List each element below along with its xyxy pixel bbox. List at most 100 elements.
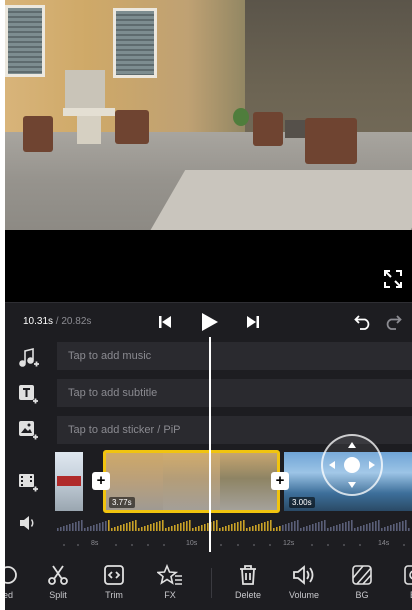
- video-preview[interactable]: [5, 0, 412, 230]
- waveform-bar: [105, 521, 107, 531]
- volume-icon: [293, 565, 314, 585]
- tool-label: FX: [164, 590, 176, 600]
- waveform-bar: [75, 522, 77, 531]
- audio-waveform: [57, 520, 410, 531]
- waveform-bar: [258, 524, 260, 531]
- skip-forward-icon: [247, 316, 259, 328]
- preview-letterbox: [5, 230, 412, 302]
- redo-button[interactable]: [383, 312, 403, 332]
- waveform-bar: [345, 522, 347, 531]
- waveform-bar: [135, 520, 137, 531]
- waveform-bar: [387, 526, 389, 531]
- trim-icon: [104, 565, 124, 585]
- play-button[interactable]: [197, 310, 221, 334]
- speaker-icon[interactable]: [15, 511, 41, 535]
- waveform-bar: [228, 525, 230, 531]
- ruler-dot: [147, 544, 149, 546]
- tool-volume[interactable]: Volume: [279, 564, 329, 610]
- edit-toolbar: ed Split Trim FX Delete Volume BG: [5, 558, 412, 610]
- tool-split[interactable]: Split: [33, 564, 83, 610]
- fullscreen-icon[interactable]: [382, 268, 404, 290]
- waveform-bar: [213, 521, 215, 531]
- skip-forward-button[interactable]: [243, 312, 263, 332]
- waveform-bar: [351, 520, 353, 531]
- preview-cabinet: [65, 70, 105, 110]
- waveform-bar: [171, 526, 173, 531]
- waveform-bar: [198, 526, 200, 531]
- waveform-bar: [99, 523, 101, 531]
- sticker-track-label: Tap to add sticker / PiP: [68, 424, 181, 436]
- waveform-bar: [381, 528, 383, 531]
- waveform-bar: [63, 526, 65, 531]
- waveform-bar: [153, 523, 155, 531]
- waveform-bar: [369, 523, 371, 531]
- waveform-bar: [57, 528, 59, 531]
- waveform-bar: [327, 528, 329, 531]
- preview-table-base: [77, 116, 101, 144]
- next-clip-duration-label: 3.00s: [289, 497, 315, 508]
- waveform-bar: [120, 525, 122, 531]
- tool-blur[interactable]: Bl: [389, 564, 412, 610]
- preview-ledge: [144, 170, 412, 230]
- editor-screen: 10.31s / 20.82s Tap to add music Tap to …: [5, 0, 412, 610]
- waveform-bar: [102, 522, 104, 531]
- subtitle-track-label: Tap to add subtitle: [68, 387, 158, 399]
- toolbar-divider: [211, 568, 212, 598]
- waveform-bar: [312, 524, 314, 531]
- tool-background[interactable]: BG: [337, 564, 387, 610]
- tool-fx[interactable]: FX: [145, 564, 195, 610]
- waveform-bar: [288, 523, 290, 531]
- music-track[interactable]: Tap to add music: [57, 342, 412, 370]
- waveform-bar: [393, 524, 395, 531]
- undo-icon: [354, 315, 370, 330]
- transition-add-button-right[interactable]: +: [271, 472, 289, 490]
- waveform-bar: [333, 526, 335, 531]
- scissors-icon: [48, 565, 68, 585]
- total-time: 20.82s: [61, 316, 92, 327]
- waveform-bar: [147, 525, 149, 531]
- waveform-bar: [309, 525, 311, 531]
- waveform-bar: [81, 520, 83, 531]
- waveform-bar: [405, 520, 407, 531]
- waveform-bar: [144, 526, 146, 531]
- waveform-bar: [291, 522, 293, 531]
- waveform-bar: [219, 528, 221, 531]
- clip-previous[interactable]: [55, 452, 83, 511]
- tool-label: ed: [5, 590, 13, 600]
- waveform-bar: [264, 522, 266, 531]
- waveform-bar: [84, 528, 86, 531]
- preview-table: [63, 108, 115, 116]
- undo-button[interactable]: [353, 312, 373, 332]
- waveform-bar: [339, 524, 341, 531]
- waveform-bar: [246, 528, 248, 531]
- waveform-bar: [96, 524, 98, 531]
- text-add-icon[interactable]: [15, 382, 41, 406]
- music-add-icon[interactable]: [15, 346, 41, 370]
- transition-add-button-left[interactable]: +: [92, 472, 110, 490]
- waveform-bar: [72, 523, 74, 531]
- waveform-bar: [216, 520, 218, 531]
- tool-cut-partial[interactable]: ed: [5, 564, 33, 610]
- blur-icon: [404, 565, 412, 585]
- playhead[interactable]: [209, 337, 211, 552]
- waveform-bar: [357, 527, 359, 531]
- tool-trim[interactable]: Trim: [89, 564, 139, 610]
- waveform-bar: [138, 528, 140, 531]
- waveform-bar: [342, 523, 344, 531]
- waveform-bar: [408, 528, 410, 531]
- waveform-bar: [180, 523, 182, 531]
- joystick-control[interactable]: [321, 434, 383, 496]
- sticker-add-icon[interactable]: [15, 418, 41, 442]
- skip-back-button[interactable]: [155, 312, 175, 332]
- waveform-bar: [87, 527, 89, 531]
- ruler-dot: [343, 544, 345, 546]
- waveform-bar: [249, 527, 251, 531]
- waveform-bar: [366, 524, 368, 531]
- waveform-bar: [324, 520, 326, 531]
- time-display: 10.31s / 20.82s: [23, 316, 91, 327]
- tool-delete[interactable]: Delete: [223, 564, 273, 610]
- video-add-icon[interactable]: [15, 470, 41, 494]
- subtitle-track[interactable]: Tap to add subtitle: [57, 379, 412, 407]
- waveform-bar: [69, 524, 71, 531]
- waveform-bar: [273, 528, 275, 531]
